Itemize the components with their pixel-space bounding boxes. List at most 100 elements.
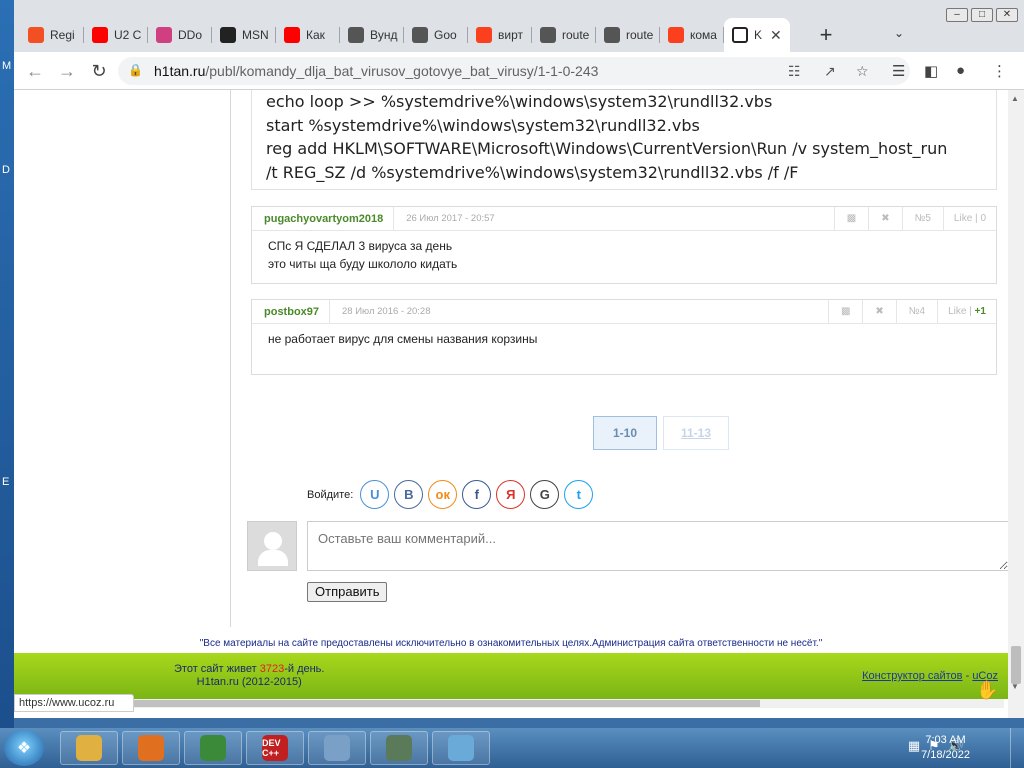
lock-icon[interactable]: 🔒	[128, 63, 143, 77]
copyright: H1tan.ru (2012-2015)	[196, 676, 302, 688]
forward-arrow-icon[interactable]: →	[56, 60, 78, 82]
horizontal-scrollbar[interactable]	[134, 699, 1004, 708]
comment-item: postbox97 28 Июл 2016 - 20:28 ▩ ✖ №4 Lik…	[251, 299, 997, 375]
new-tab-button[interactable]: +	[814, 22, 838, 48]
taskbar-chrome[interactable]	[184, 731, 242, 765]
comment-date: 26 Июл 2017 - 20:57	[406, 213, 495, 224]
like-button[interactable]: Like | +1	[937, 299, 996, 324]
tab-label: Goo	[434, 28, 457, 42]
browser-tab[interactable]: route	[532, 18, 596, 52]
close-window-button[interactable]: ✕	[996, 8, 1018, 22]
comment-author[interactable]: postbox97	[252, 299, 331, 324]
taskbar-notepad[interactable]	[432, 731, 490, 765]
youtube-icon	[284, 27, 300, 43]
clock[interactable]: 7:03 AM 7/18/2022	[921, 733, 970, 763]
tab-label: route	[562, 28, 590, 42]
like-button[interactable]: Like | 0	[942, 206, 996, 231]
scroll-thumb[interactable]	[1011, 646, 1021, 684]
clock-date: 7/18/2022	[921, 749, 970, 761]
tab-label: вирт	[498, 28, 523, 42]
reply-icon[interactable]: ▩	[827, 299, 862, 324]
translate-icon[interactable]: ☷	[788, 63, 801, 80]
browser-tab[interactable]: route	[596, 18, 660, 52]
taskbar: ❖ DEV C++ ▦ ⚑ 🔊 7:03 AM 7/18/2022	[0, 728, 1024, 768]
yandex-icon	[668, 27, 684, 43]
browser-tab[interactable]: K ✕	[724, 18, 790, 52]
desktop-letter: D	[2, 164, 10, 176]
minimize-button[interactable]: –	[946, 8, 968, 22]
tab-label: Regi	[50, 28, 75, 42]
comment-author[interactable]: pugachyovartyom2018	[252, 206, 395, 231]
like-count: +1	[974, 305, 986, 317]
address-bar[interactable]: 🔒 h1tan.ru/publ/komandy_dlja_bat_virusov…	[118, 57, 910, 85]
browser-tab[interactable]: вирт	[468, 18, 532, 52]
odnoklassniki-login-icon[interactable]: ок	[428, 480, 458, 509]
browser-tab[interactable]: Как	[276, 18, 340, 52]
window-controls: – □ ✕	[946, 8, 1018, 22]
url-text[interactable]: h1tan.ru/publ/komandy_dlja_bat_virusov_g…	[154, 63, 598, 79]
browser-tab[interactable]: DDo	[148, 18, 212, 52]
ucoz-login-icon[interactable]: U	[360, 480, 390, 509]
security-app-icon	[386, 735, 412, 761]
scroll-up-icon[interactable]: ▲	[1011, 94, 1019, 103]
taskbar-explorer[interactable]	[60, 731, 118, 765]
taskbar-media-player[interactable]	[122, 731, 180, 765]
hand-cursor-icon: ✋	[976, 680, 999, 700]
bookmark-star-icon[interactable]: ☆	[856, 63, 869, 80]
browser-tab[interactable]: Вунд	[340, 18, 404, 52]
delete-icon[interactable]: ✖	[868, 206, 901, 231]
youtube-icon	[92, 27, 108, 43]
start-button[interactable]: ❖	[4, 730, 44, 766]
profile-avatar-icon[interactable]: ●	[956, 62, 965, 79]
tab-label: K	[754, 28, 763, 42]
comment-body: СПс Я СДЕЛАЛ 3 вируса за день это читы щ…	[252, 231, 996, 279]
browser-tab[interactable]: MSN	[212, 18, 276, 52]
taskbar-dev-cpp[interactable]: DEV C++	[246, 731, 304, 765]
tab-search-chevron-icon[interactable]: ⌄	[894, 26, 904, 40]
tab-label: Вунд	[370, 28, 398, 42]
download-icon	[732, 27, 748, 43]
tab-strip: Regi U2 C DDo MSN Как Вунд Goo вирт route route ко…	[20, 18, 790, 52]
share-icon[interactable]: ↗	[824, 63, 836, 80]
ddos-icon	[156, 27, 172, 43]
submit-comment-button[interactable]: Отправить	[307, 582, 388, 602]
msn-icon	[220, 27, 236, 43]
scroll-down-icon[interactable]: ▼	[1011, 682, 1019, 691]
menu-kebab-icon[interactable]: ⋮	[992, 62, 1007, 80]
browser-tab[interactable]: Regi	[20, 18, 84, 52]
taskbar-security-app[interactable]	[370, 731, 428, 765]
maximize-button[interactable]: □	[971, 8, 993, 22]
show-desktop-button[interactable]	[1010, 728, 1024, 768]
vertical-scrollbar[interactable]: ▲ ▼	[1008, 90, 1024, 718]
tab-label: Как	[306, 28, 325, 42]
close-tab-icon[interactable]: ✕	[770, 27, 782, 44]
browser-toolbar: ← → ↻ 🔒 h1tan.ru/publ/komandy_dlja_bat_v…	[14, 52, 1024, 90]
twitter-login-icon[interactable]: t	[564, 480, 594, 509]
reading-list-icon[interactable]: ☰	[892, 62, 905, 80]
network-icon[interactable]: ▦	[908, 738, 920, 754]
browser-tab[interactable]: U2 C	[84, 18, 148, 52]
page-link[interactable]: 11-13	[663, 416, 729, 450]
google-login-icon[interactable]: G	[530, 480, 560, 509]
status-url: https://www.ucoz.ru	[14, 694, 134, 712]
notepad-icon	[448, 735, 474, 761]
taskbar-paint[interactable]	[308, 731, 366, 765]
back-arrow-icon[interactable]: ←	[24, 60, 46, 82]
reply-icon[interactable]: ▩	[833, 206, 868, 231]
builder-link[interactable]: Конструктор сайтов	[862, 670, 962, 682]
comment-body: не работает вирус для смены названия кор…	[252, 324, 996, 354]
reload-icon[interactable]: ↻	[88, 60, 110, 82]
globe-icon	[348, 27, 364, 43]
browser-tab[interactable]: кома	[660, 18, 724, 52]
browser-tab[interactable]: Goo	[404, 18, 468, 52]
side-panel-icon[interactable]: ◧	[924, 62, 938, 80]
vkontakte-login-icon[interactable]: B	[394, 480, 424, 509]
yandex-login-icon[interactable]: Я	[496, 480, 526, 509]
tab-label: DDo	[178, 28, 203, 42]
browser-window: Regi U2 C DDo MSN Как Вунд Goo вирт route route ко…	[14, 0, 1024, 718]
comment-textarea[interactable]	[307, 521, 1008, 571]
comment-text: не работает вирус для смены названия кор…	[268, 332, 538, 346]
delete-icon[interactable]: ✖	[862, 299, 895, 324]
globe-icon	[604, 27, 620, 43]
facebook-login-icon[interactable]: f	[462, 480, 492, 509]
